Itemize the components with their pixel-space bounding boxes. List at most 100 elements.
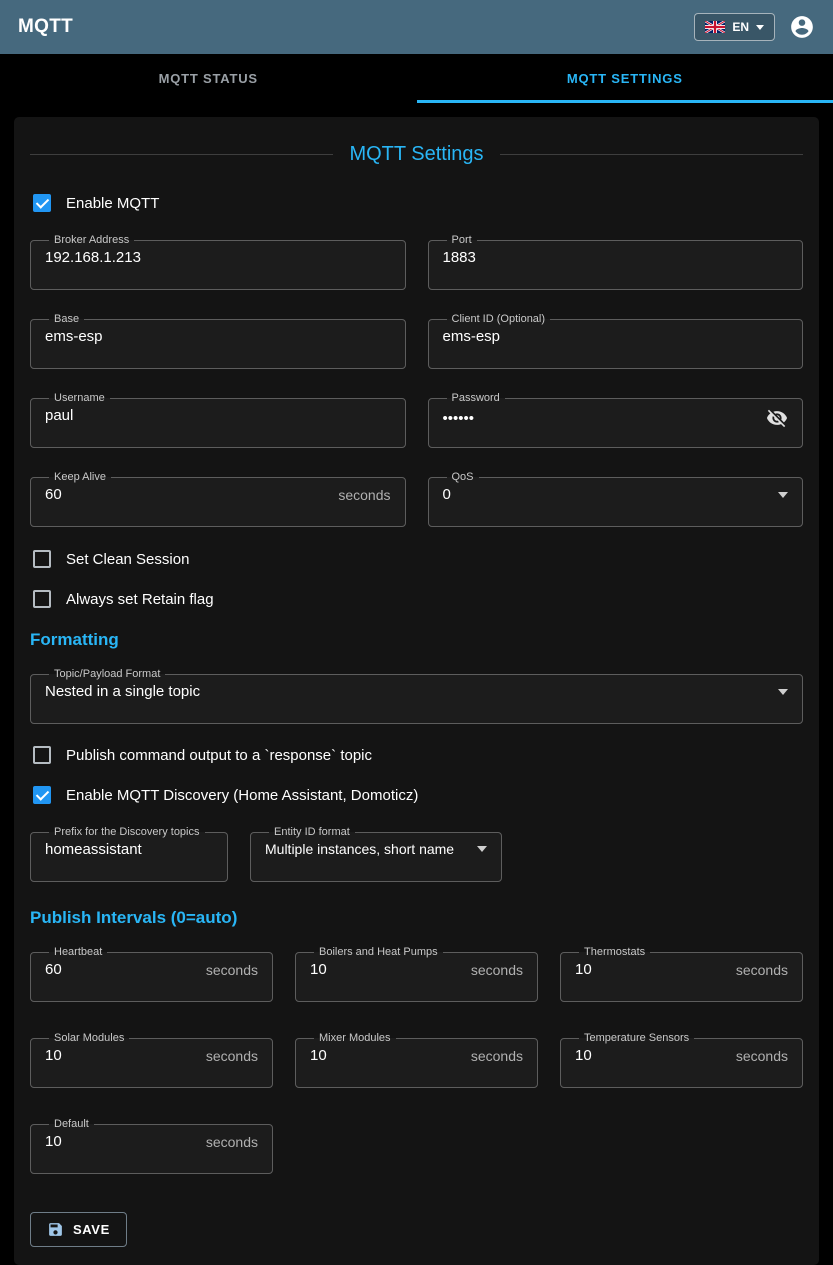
interval-label: Mixer Modules: [314, 1032, 396, 1044]
client-id-label: Client ID (Optional): [447, 313, 551, 325]
language-label: EN: [732, 20, 749, 34]
keep-alive-label: Keep Alive: [49, 471, 111, 483]
base-field[interactable]: Base: [30, 313, 406, 369]
broker-address-input[interactable]: [45, 249, 391, 266]
heartbeat-interval-field[interactable]: Heartbeat seconds: [30, 946, 273, 1002]
keep-alive-field[interactable]: Keep Alive seconds: [30, 471, 406, 527]
keep-alive-suffix: seconds: [338, 487, 390, 503]
save-icon: [47, 1221, 64, 1238]
discovery-prefix-label: Prefix for the Discovery topics: [49, 826, 205, 838]
page-title: MQTT Settings: [30, 143, 803, 166]
solar-interval-input[interactable]: [45, 1047, 198, 1064]
temperature-interval-input[interactable]: [575, 1047, 728, 1064]
discovery-prefix-field[interactable]: Prefix for the Discovery topics: [30, 826, 228, 882]
interval-label: Temperature Sensors: [579, 1032, 694, 1044]
dropdown-arrow-icon: [477, 846, 487, 852]
connection-fields: Broker Address Port Base Client ID (Opti…: [30, 234, 803, 527]
checkbox-unchecked-icon: [33, 746, 51, 764]
topic-format-label: Topic/Payload Format: [49, 668, 165, 680]
checkbox-mqtt-discovery[interactable]: Enable MQTT Discovery (Home Assistant, D…: [30, 786, 803, 804]
client-id-field[interactable]: Client ID (Optional): [428, 313, 804, 369]
checkbox-unchecked-icon: [33, 590, 51, 608]
default-interval-input[interactable]: [45, 1133, 198, 1150]
checkbox-clean-session[interactable]: Set Clean Session: [30, 550, 803, 568]
interval-suffix: seconds: [206, 1134, 258, 1150]
interval-suffix: seconds: [206, 962, 258, 978]
tab-mqtt-status[interactable]: MQTT STATUS: [0, 54, 417, 103]
interval-label: Solar Modules: [49, 1032, 129, 1044]
visibility-off-icon[interactable]: [766, 407, 788, 429]
entity-id-format-value: Multiple instances, short name: [265, 841, 454, 857]
interval-label: Thermostats: [579, 946, 650, 958]
tab-bar: MQTT STATUS MQTT SETTINGS: [0, 54, 833, 103]
entity-id-format-select[interactable]: Entity ID format Multiple instances, sho…: [250, 826, 502, 882]
checkbox-retain-flag[interactable]: Always set Retain flag: [30, 590, 803, 608]
interval-label: Boilers and Heat Pumps: [314, 946, 443, 958]
temperature-interval-field[interactable]: Temperature Sensors seconds: [560, 1032, 803, 1088]
boilers-interval-field[interactable]: Boilers and Heat Pumps seconds: [295, 946, 538, 1002]
page-title-text: MQTT Settings: [349, 143, 483, 166]
checkbox-label: Publish command output to a `response` t…: [66, 747, 372, 764]
save-button[interactable]: SAVE: [30, 1212, 127, 1247]
port-field[interactable]: Port: [428, 234, 804, 290]
topic-format-select[interactable]: Topic/Payload Format Nested in a single …: [30, 668, 803, 724]
interval-label: Default: [49, 1118, 94, 1130]
base-input[interactable]: [45, 328, 391, 345]
keep-alive-input[interactable]: [45, 486, 330, 503]
mixer-interval-input[interactable]: [310, 1047, 463, 1064]
checkbox-publish-response[interactable]: Publish command output to a `response` t…: [30, 746, 803, 764]
intervals-grid: Heartbeat seconds Boilers and Heat Pumps…: [30, 946, 803, 1174]
formatting-heading: Formatting: [30, 630, 803, 650]
thermostats-interval-field[interactable]: Thermostats seconds: [560, 946, 803, 1002]
default-interval-field[interactable]: Default seconds: [30, 1118, 273, 1174]
topic-format-value: Nested in a single topic: [45, 683, 200, 700]
interval-label: Heartbeat: [49, 946, 107, 958]
interval-suffix: seconds: [206, 1048, 258, 1064]
uk-flag-icon: [705, 21, 725, 33]
solar-interval-field[interactable]: Solar Modules seconds: [30, 1032, 273, 1088]
app-header: MQTT EN: [0, 0, 833, 54]
interval-suffix: seconds: [736, 962, 788, 978]
password-label: Password: [447, 392, 505, 404]
chevron-down-icon: [756, 25, 764, 30]
tab-mqtt-settings[interactable]: MQTT SETTINGS: [417, 54, 833, 103]
qos-label: QoS: [447, 471, 479, 483]
qos-select[interactable]: QoS 0: [428, 471, 804, 527]
base-label: Base: [49, 313, 84, 325]
interval-suffix: seconds: [736, 1048, 788, 1064]
save-button-label: SAVE: [73, 1222, 110, 1237]
broker-address-field[interactable]: Broker Address: [30, 234, 406, 290]
checkbox-enable-mqtt[interactable]: Enable MQTT: [30, 194, 803, 212]
account-circle-icon[interactable]: [789, 14, 815, 40]
dropdown-arrow-icon: [778, 492, 788, 498]
broker-address-label: Broker Address: [49, 234, 134, 246]
discovery-fields: Prefix for the Discovery topics Entity I…: [30, 826, 803, 882]
heartbeat-interval-input[interactable]: [45, 961, 198, 978]
port-label: Port: [447, 234, 477, 246]
boilers-interval-input[interactable]: [310, 961, 463, 978]
checkbox-unchecked-icon: [33, 550, 51, 568]
thermostats-interval-input[interactable]: [575, 961, 728, 978]
header-actions: EN: [694, 13, 815, 41]
dropdown-arrow-icon: [778, 689, 788, 695]
interval-suffix: seconds: [471, 1048, 523, 1064]
checkbox-label: Set Clean Session: [66, 551, 189, 568]
username-input[interactable]: [45, 407, 391, 424]
password-field[interactable]: Password: [428, 392, 804, 448]
client-id-input[interactable]: [443, 328, 789, 345]
checkbox-label: Enable MQTT Discovery (Home Assistant, D…: [66, 787, 418, 804]
publish-intervals-heading: Publish Intervals (0=auto): [30, 908, 803, 928]
entity-id-format-label: Entity ID format: [269, 826, 355, 838]
interval-suffix: seconds: [471, 962, 523, 978]
port-input[interactable]: [443, 249, 789, 266]
username-label: Username: [49, 392, 110, 404]
username-field[interactable]: Username: [30, 392, 406, 448]
language-selector-button[interactable]: EN: [694, 13, 775, 41]
checkbox-checked-icon: [33, 786, 51, 804]
settings-card: MQTT Settings Enable MQTT Broker Address…: [14, 117, 819, 1265]
checkbox-label: Enable MQTT: [66, 195, 159, 212]
checkbox-checked-icon: [33, 194, 51, 212]
discovery-prefix-input[interactable]: [45, 841, 213, 858]
password-input[interactable]: [443, 410, 757, 427]
mixer-interval-field[interactable]: Mixer Modules seconds: [295, 1032, 538, 1088]
